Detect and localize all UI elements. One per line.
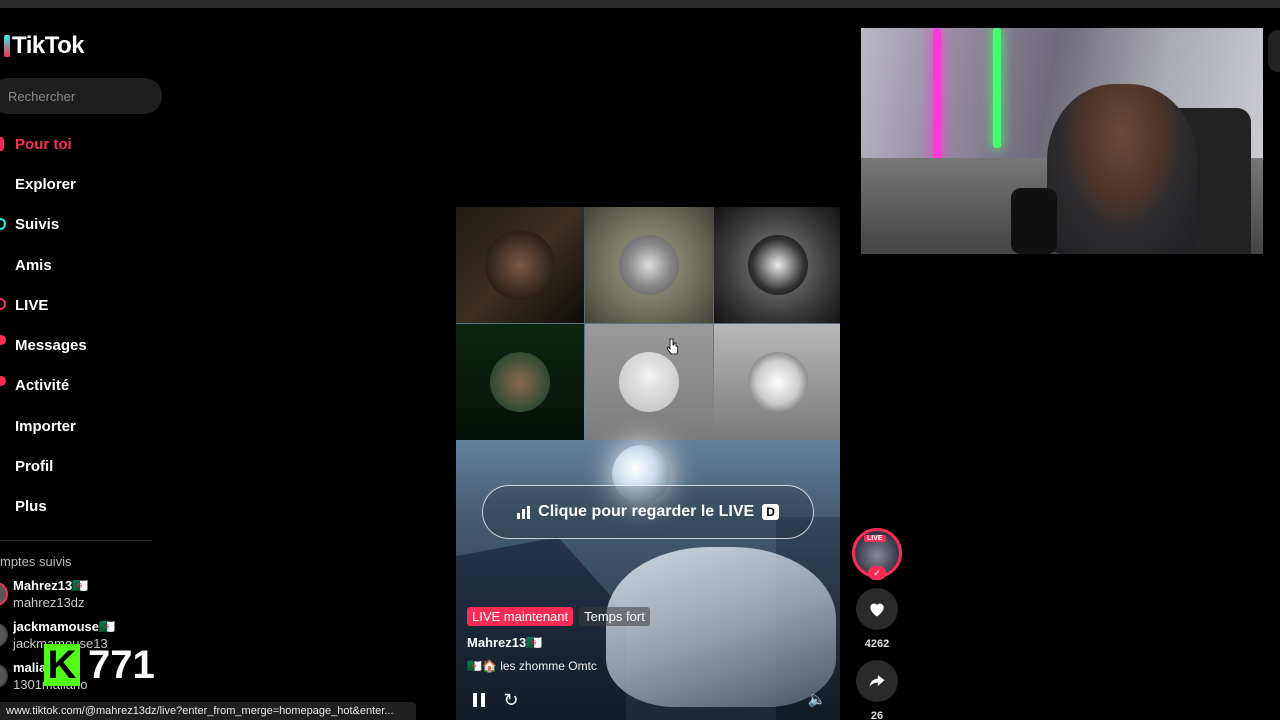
followed-account[interactable]: Mahrez13🇩🇿 mahrez13dz [0,578,160,619]
nav-item-profile[interactable]: Profil [0,446,160,486]
share-button[interactable] [856,660,898,702]
browser-top-strip [0,0,1280,8]
guest-tile [456,207,584,323]
kick-follower-overlay: K 771 [44,644,155,686]
streamer-webcam [861,28,1263,254]
nav-item-more[interactable]: Plus [0,487,160,527]
guest-avatar [619,352,679,412]
nav-item-label: LIVE [15,296,49,314]
highlight-tag[interactable]: Temps fort [579,607,650,626]
nav-item-label: Profil [15,458,54,476]
heart-icon [870,603,884,617]
notification-badge [0,335,6,346]
nav-item-label: Messages [15,337,87,355]
nav-item-explore[interactable]: Explorer [0,164,160,204]
guest-tile [585,324,713,440]
replay-button[interactable]: ↻ [500,689,522,711]
tiktok-logo[interactable]: TikTok [4,32,85,60]
app-name: TikTok [12,32,85,59]
video-author[interactable]: Mahrez13🇩🇿 [467,635,542,651]
guest-tile [714,324,840,440]
sidebar-nav: Pour toi Explorer Suivis Amis LIVE Messa… [0,124,160,527]
volume-button[interactable]: 🔈 [806,689,828,711]
share-icon [869,675,885,687]
nav-item-label: Amis [15,256,52,274]
avatar [0,623,8,647]
live-video-player[interactable]: Clique pour regarder le LIVE D LIVE main… [456,207,840,720]
nav-item-label: Suivis [15,216,60,234]
status-bar-url: www.tiktok.com/@mahrez13dz/live?enter_fr… [0,702,416,720]
video-tags: LIVE maintenant Temps fort [467,607,650,626]
video-description: 🇩🇿🏠 les zhomme Omtc [467,659,597,673]
guest-avatar [748,352,808,412]
avatar [0,582,8,606]
pause-button[interactable] [468,689,490,711]
signal-bars-icon [517,505,531,519]
avatar [0,664,8,688]
followed-check-icon[interactable]: ✓ [868,566,886,580]
following-icon [0,217,6,230]
microphone [1011,188,1057,254]
notification-badge [0,375,6,386]
account-name: Mahrez13🇩🇿 [13,578,89,593]
like-button[interactable] [856,588,898,630]
live-icon [0,298,6,311]
share-count: 26 [870,710,884,720]
nav-item-friends[interactable]: Amis [0,245,160,285]
cursor-icon [666,338,679,355]
nav-item-label: Pour toi [15,135,72,153]
neon-light [993,28,1001,148]
guest-avatar [748,235,808,295]
nav-item-upload[interactable]: Importer [0,406,160,446]
nav-item-following[interactable]: Suivis [0,205,160,245]
nav-item-label: Importer [15,417,76,435]
guest-avatar [619,235,679,295]
streamer [1047,84,1197,254]
nav-item-label: Explorer [15,175,76,193]
like-count: 4262 [864,638,890,650]
account-handle: mahrez13dz [13,595,85,610]
nav-item-messages[interactable]: Messages [0,325,160,365]
replay-icon: ↻ [503,690,519,710]
sidebar-divider [0,540,152,541]
nav-item-label: Plus [15,498,47,516]
live-now-tag[interactable]: LIVE maintenant [467,607,574,626]
search-input[interactable] [8,88,162,104]
guest-avatar [490,352,550,412]
kick-count: 771 [88,643,155,687]
followed-accounts-title: mptes suivis [0,554,72,569]
watch-live-button[interactable]: Clique pour regarder le LIVE D [482,485,814,539]
pause-icon [473,693,477,707]
nav-item-activity[interactable]: Activité [0,366,160,406]
pause-icon-bar [481,693,485,707]
kick-logo: K [44,644,80,686]
account-name: jackmamouse🇩🇿 [13,619,116,634]
live-badge: LIVE [864,535,886,542]
search-box[interactable] [0,78,162,114]
guest-video [485,230,555,300]
guest-tile [714,207,840,323]
guest-tile [585,207,713,323]
keyboard-shortcut-key: D [762,504,779,520]
tiktok-logo-icon [4,35,10,57]
guest-tile [456,324,584,440]
watch-live-label: Clique pour regarder le LIVE [538,503,755,520]
volume-icon: 🔈 [807,691,827,708]
home-icon [0,137,4,151]
scroll-edge-control[interactable] [1268,30,1280,72]
video-scenery-tiger [606,547,836,707]
nav-item-for-you[interactable]: Pour toi [0,124,160,164]
nav-item-live[interactable]: LIVE [0,285,160,325]
nav-item-label: Activité [15,377,70,395]
